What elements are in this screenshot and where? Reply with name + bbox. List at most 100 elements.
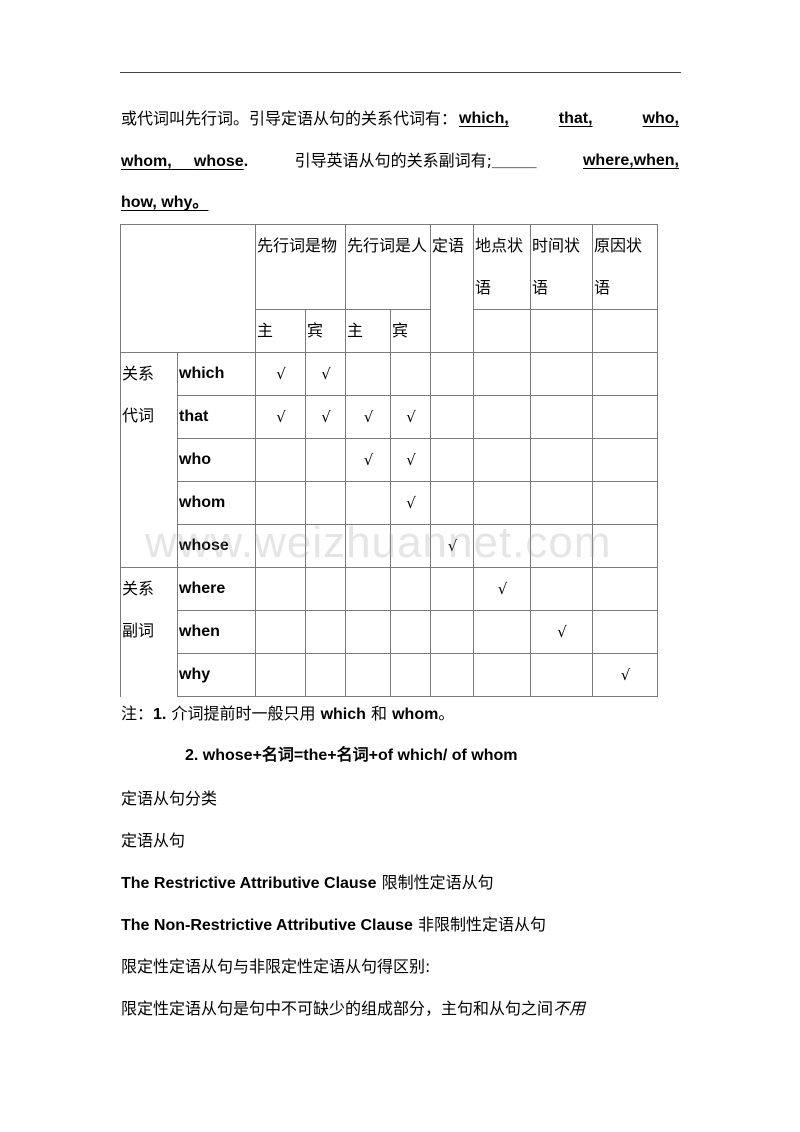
intro-line-2: whom, whose. 引导英语从句的关系副词有;_____ where,wh… (121, 151, 679, 172)
note-1-which: which (320, 706, 366, 723)
table-row: when √ (121, 610, 658, 654)
empty-cell (305, 481, 346, 525)
group-relative-adverbs: 关系副词 (120, 567, 178, 697)
pronoun-who: who, (642, 110, 679, 127)
pronoun-which: which, (459, 110, 509, 127)
empty-cell (255, 438, 306, 482)
empty-cell (430, 610, 474, 654)
empty-cell (473, 610, 531, 654)
check-mark-icon: √ (530, 610, 593, 654)
nonrestrictive-en: The Non-Restrictive Attributive Clause (121, 917, 413, 934)
empty-cell (305, 567, 346, 611)
group-relative-pronouns: 关系代词 (120, 352, 178, 568)
header-rule (120, 72, 681, 73)
check-mark-icon: √ (305, 352, 346, 396)
empty-cell (390, 610, 431, 654)
empty-cell (390, 653, 431, 697)
note-2: 2. whose+名词=the+名词+of which/ of whom (185, 747, 518, 764)
table-row: 关系副词 where √ (120, 567, 658, 697)
word-cell: when (177, 610, 256, 654)
table-row: 关系代词 which √ √ (120, 352, 658, 568)
pronoun-that: that, (558, 110, 593, 127)
check-mark-icon: √ (255, 395, 306, 439)
table-row: whom √ (121, 481, 658, 525)
empty-cell (345, 481, 391, 525)
restrictive-zh: 限制性定语从句 (381, 873, 494, 892)
empty-cell (255, 481, 306, 525)
empty-cell (430, 653, 474, 697)
header-place-adverbial: 地点状语 (473, 224, 531, 310)
word-cell: why (177, 653, 256, 697)
note-1-text: 介词提前时一般只用 (171, 704, 316, 723)
empty-cell (345, 567, 391, 611)
word-cell: that (177, 395, 256, 439)
empty-cell (305, 438, 346, 482)
empty-cell (592, 352, 658, 396)
check-mark-icon: √ (255, 352, 306, 396)
word-cell: whom (177, 481, 256, 525)
table-row: who √ √ (121, 438, 658, 482)
intro-line-1: 或代词叫先行词。引导定语从句的关系代词有： which, that, who, (121, 109, 679, 129)
note-1-number: 1. (153, 706, 167, 723)
table-row: why √ (121, 653, 658, 697)
empty-cell (530, 438, 593, 482)
blank-line: _____ (492, 153, 537, 170)
empty-cell (473, 438, 531, 482)
empty-cell (530, 395, 593, 439)
note-1: 注：1. 介词提前时一般只用 which 和 whom。 (121, 704, 454, 725)
empty-cell (390, 567, 431, 611)
header-object-person: 宾 (390, 309, 431, 353)
empty-cell (592, 524, 658, 568)
empty-cell (473, 395, 531, 439)
restrictive-en: The Restrictive Attributive Clause (121, 875, 377, 892)
word-cell: whose (177, 524, 256, 568)
header-time-adverbial: 时间状语 (530, 224, 593, 310)
check-mark-icon: √ (390, 481, 431, 525)
empty-cell (473, 309, 531, 353)
relative-words-table: 先行词是物 先行词是人 定语 地点状语 时间状语 原因状语 主 宾 主 宾 关系… (120, 224, 658, 697)
empty-cell (390, 524, 431, 568)
relative-pronouns-list: which, that, who, (459, 109, 679, 129)
empty-cell (255, 567, 306, 611)
intro-text-1: 或代词叫先行词。引导定语从句的关系代词有： (121, 109, 458, 128)
empty-cell (345, 610, 391, 654)
relative-adverbs-list: where,when, (582, 152, 679, 169)
empty-cell (530, 481, 593, 525)
difference-heading: 限定性定语从句与非限定性定语从句得区别: (121, 957, 431, 976)
pronoun-whom: whom, (121, 153, 172, 170)
adverb-intro-text: 引导英语从句的关系副词有; (294, 151, 493, 170)
clause-heading: 定语从句 (121, 831, 186, 850)
empty-cell (592, 610, 658, 654)
check-mark-icon: √ (430, 524, 474, 568)
header-antecedent-person: 先行词是人 (345, 224, 431, 310)
check-mark-icon: √ (305, 395, 346, 439)
last-line-italic: 不用 (553, 999, 586, 1018)
empty-cell (255, 653, 306, 697)
check-mark-icon: √ (390, 438, 431, 482)
empty-cell (305, 524, 346, 568)
check-mark-icon: √ (345, 395, 391, 439)
empty-cell (530, 524, 593, 568)
last-line-text: 限定性定语从句是句中不可缺少的组成部分，主句和从句之间 (121, 999, 554, 1018)
empty-cell (345, 653, 391, 697)
empty-cell (592, 481, 658, 525)
note-1-and: 和 (371, 704, 388, 723)
empty-cell (473, 524, 531, 568)
nonrestrictive-line: The Non-Restrictive Attributive Clause 非… (121, 915, 546, 936)
empty-cell (390, 352, 431, 396)
empty-cell (255, 610, 306, 654)
empty-cell (430, 438, 474, 482)
table-body: 关系代词 which √ √ that √ √ √ √ who √ √ whom √ whose √ 关系副词 w… (120, 352, 658, 697)
intro-line-3: how, why。 (121, 194, 209, 211)
empty-cell (592, 309, 658, 353)
word-cell: who (177, 438, 256, 482)
empty-cell (473, 352, 531, 396)
empty-cell (592, 438, 658, 482)
corner-cell (120, 224, 256, 353)
word-cell: which (177, 352, 256, 396)
nonrestrictive-zh: 非限制性定语从句 (418, 915, 547, 934)
header-antecedent-thing: 先行词是物 (255, 224, 346, 310)
empty-cell (305, 653, 346, 697)
empty-cell (592, 567, 658, 611)
period: . (243, 153, 249, 170)
